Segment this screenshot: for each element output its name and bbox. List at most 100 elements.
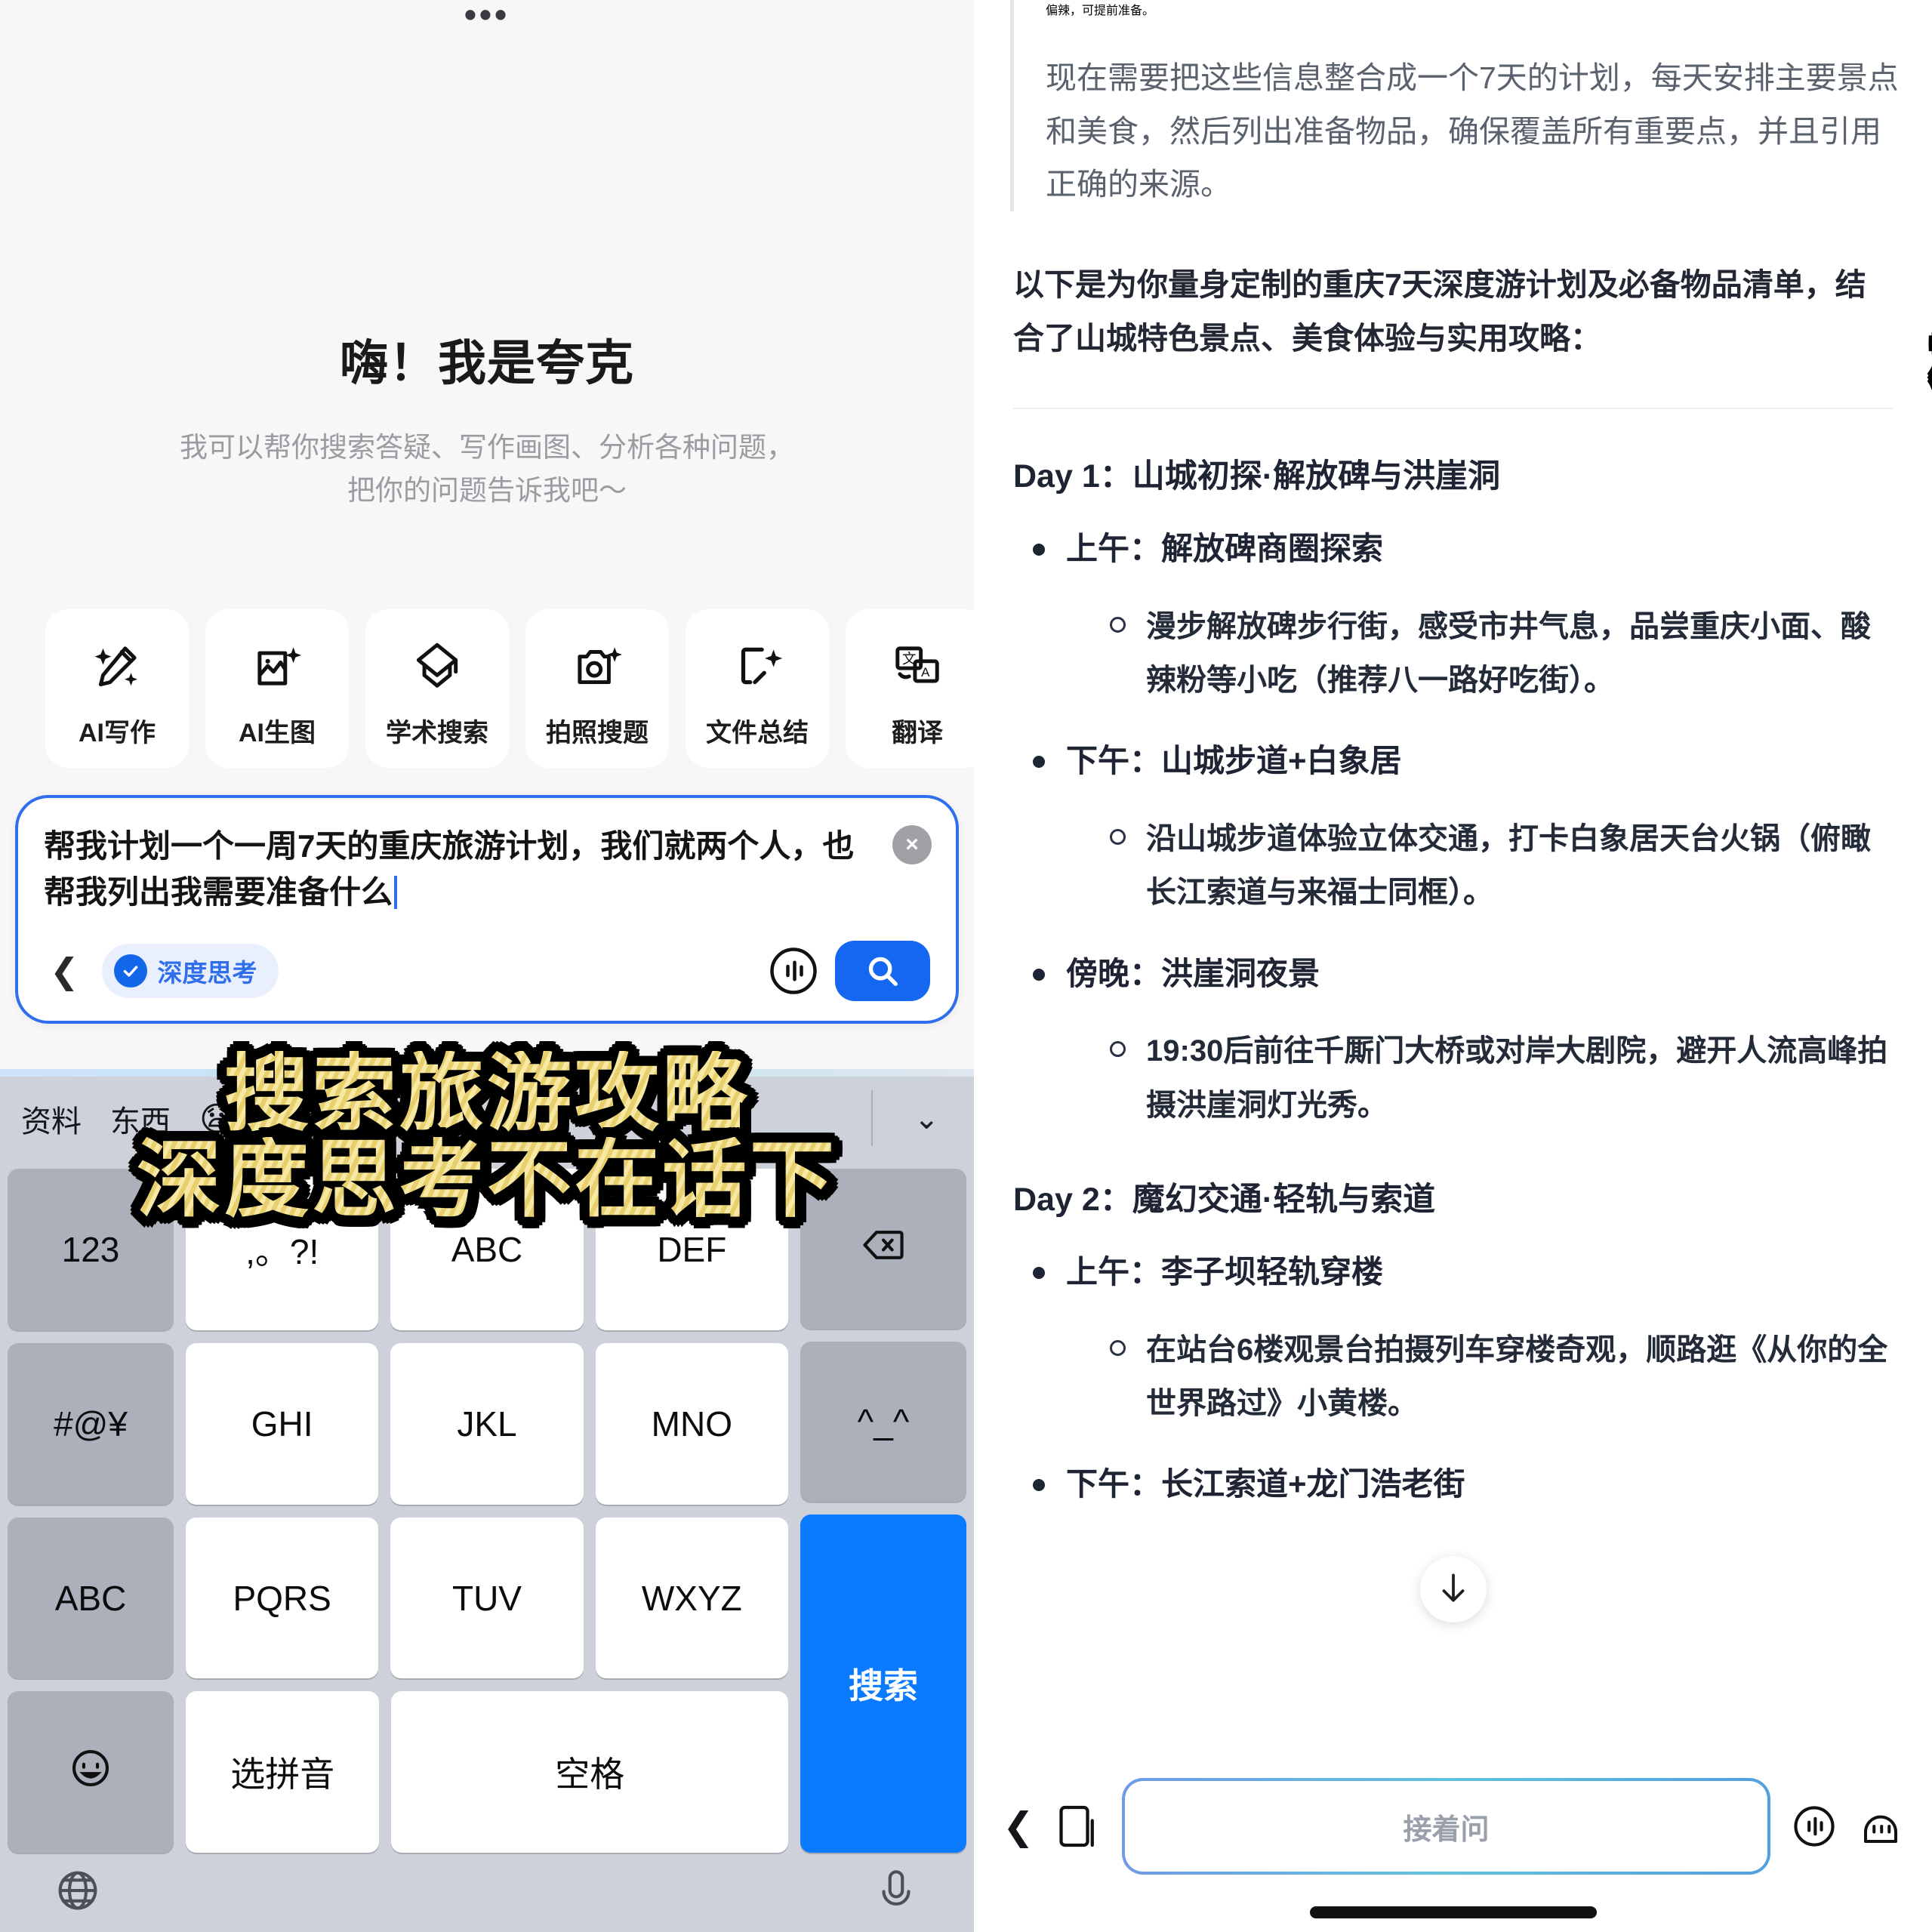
sub-list: 在站台6楼观景台拍摄列车穿楼奇观，顺路逛《从你的全世界路过》小黄楼。 (1110, 1323, 1896, 1431)
document-sparkle-icon (729, 638, 785, 694)
keyboard-row: 选拼音 空格 (186, 1691, 788, 1853)
list-item: 在站台6楼观景台拍摄列车穿楼奇观，顺路逛《从你的全世界路过》小黄楼。 (1110, 1323, 1896, 1431)
key-mno[interactable]: MNO (595, 1343, 788, 1505)
backspace-icon (860, 1222, 907, 1277)
sub-list: 漫步解放碑步行街，感受市井气息，品尝重庆小面、酸辣粉等小吃（推荐八一路好吃街）。 (1110, 600, 1896, 707)
key-wxyz[interactable]: WXYZ (595, 1517, 788, 1679)
item-title: 下午：山城步道+白象居 (1066, 743, 1402, 779)
window-stack-icon[interactable] (1055, 1801, 1101, 1851)
key-jkl[interactable]: JKL (390, 1343, 584, 1505)
sub-list: 沿山城步道体验立体交通，打卡白象居天台火锅（俯瞰长江索道与来福士同框）。 (1110, 812, 1896, 920)
scroll-to-bottom-button[interactable] (1419, 1556, 1487, 1622)
candidate-emoji[interactable]: 🤔 (263, 1099, 304, 1139)
thinking-quote-text: 现在需要把这些信息整合成一个7天的计划，每天安排主要景点和美食，然后列出准备物品… (1046, 60, 1899, 202)
greeting-subtitle-line1: 我可以帮你搜索答疑、写作画图、分析各种问题， (180, 432, 794, 463)
key-abc-mode[interactable]: ABC (8, 1517, 174, 1679)
greeting-subtitle-line2: 把你的问题告诉我吧～ (347, 475, 627, 507)
microphone-icon[interactable] (871, 1866, 921, 1919)
tile-ai-image[interactable]: AI生图 (205, 609, 349, 768)
follow-up-input[interactable]: 接着问 (1122, 1778, 1770, 1875)
search-input[interactable]: 帮我计划一个一周7天的重庆旅游计划，我们就两个人，也帮我列出我需要准备什么 (44, 824, 930, 916)
item-title: 傍晚：洪崖洞夜景 (1066, 955, 1320, 991)
clear-icon[interactable]: × (892, 824, 932, 864)
deep-think-toggle[interactable]: 深度思考 (101, 944, 279, 999)
candidate-item[interactable]: 礼物 (333, 1097, 393, 1141)
keyboard-right-column: ^_^ 搜索 (800, 1169, 966, 1853)
search-icon (868, 957, 898, 987)
divider (871, 1090, 873, 1147)
chevron-left-icon[interactable]: ❮ (44, 954, 85, 988)
keyboard-bottom-bar (8, 1853, 966, 1932)
item-detail: 19:30后前往千厮门大桥或对岸大剧院，避开人流高峰拍摄洪崖洞灯光秀。 (1146, 1034, 1888, 1122)
tile-photo-question[interactable]: 拍照搜题 (525, 609, 669, 768)
quick-action-tiles[interactable]: AI写作 AI生图 学术搜索 拍照搜题 文件总结 文 A 翻译 (0, 609, 974, 768)
page-title: 嗨！我是夸克 (340, 336, 634, 390)
candidate-item[interactable]: 的 (511, 1097, 541, 1141)
candidate-item[interactable]: 东西 (110, 1097, 171, 1141)
voice-wave-icon[interactable] (769, 946, 818, 996)
key-punct[interactable]: ,。?! (186, 1169, 379, 1331)
thinking-quote-block: 偏辣，可提前准备。 现在需要把这些信息整合成一个7天的计划，每天安排主要景点和美… (1010, 0, 1902, 211)
keyboard-icon[interactable] (1858, 1801, 1903, 1851)
tile-academic-search[interactable]: 学术搜索 (365, 609, 509, 768)
key-pqrs[interactable]: PQRS (186, 1517, 379, 1679)
home-indicator (1309, 1906, 1597, 1918)
key-123[interactable]: 123 (8, 1169, 174, 1331)
image-sparkle-icon (249, 638, 305, 694)
svg-text:A: A (921, 665, 930, 679)
list-item: 下午：山城步道+白象居 沿山城步道体验立体交通，打卡白象居天台火锅（俯瞰长江索道… (1033, 739, 1896, 920)
keyboard-body: 123 #@¥ ABC ,。?! ABC DEF GHI JKL MNO PQR… (8, 1161, 966, 1853)
list-item: 上午：李子坝轻轨穿楼 在站台6楼观景台拍摄列车穿楼奇观，顺路逛《从你的全世界路过… (1033, 1250, 1896, 1431)
candidate-item[interactable]: 资料 (21, 1097, 82, 1141)
key-abc[interactable]: ABC (390, 1169, 584, 1331)
item-detail: 在站台6楼观景台拍摄列车穿楼奇观，顺路逛《从你的全世界路过》小黄楼。 (1146, 1333, 1888, 1420)
search-submit-button[interactable] (835, 941, 930, 1002)
globe-icon[interactable] (53, 1866, 103, 1919)
key-def[interactable]: DEF (595, 1169, 788, 1331)
key-search-enter[interactable]: 搜索 (800, 1514, 966, 1853)
answer-scroll-area[interactable]: 偏辣，可提前准备。 现在需要把这些信息整合成一个7天的计划，每天安排主要景点和美… (974, 0, 1932, 1751)
key-ghi[interactable]: GHI (186, 1343, 379, 1505)
keyboard-left-column: 123 #@¥ ABC (8, 1169, 174, 1853)
item-title: 上午：解放碑商圈探索 (1066, 531, 1384, 567)
key-symbols[interactable]: #@¥ (8, 1343, 174, 1505)
tile-file-summary[interactable]: 文件总结 (686, 609, 829, 768)
tile-ai-writing[interactable]: AI写作 (45, 609, 189, 768)
tile-label: AI写作 (79, 718, 156, 747)
tile-label: 翻译 (892, 718, 943, 747)
key-backspace[interactable] (800, 1169, 966, 1329)
greeting-subtitle: 我可以帮你搜索答疑、写作画图、分析各种问题， 把你的问题告诉我吧～ (53, 426, 921, 513)
screen-root: ••• 嗨！我是夸克 我可以帮你搜索答疑、写作画图、分析各种问题， 把你的问题告… (0, 0, 1932, 1932)
follow-up-placeholder: 接着问 (1403, 1813, 1490, 1846)
key-emoji[interactable] (8, 1691, 174, 1853)
key-select-pinyin[interactable]: 选拼音 (186, 1691, 380, 1853)
item-detail: 沿山城步道体验立体交通，打卡白象居天台火锅（俯瞰长江索道与来福士同框）。 (1146, 822, 1871, 910)
sub-list: 19:30后前往千厮门大桥或对岸大剧院，避开人流高峰拍摄洪崖洞灯光秀。 (1110, 1025, 1896, 1132)
item-detail: 漫步解放碑步行街，感受市井气息，品尝重庆小面、酸辣粉等小吃（推荐八一路好吃街）。 (1146, 610, 1871, 698)
list-item: 上午：解放碑商圈探索 漫步解放碑步行街，感受市井气息，品尝重庆小面、酸辣粉等小吃… (1033, 527, 1896, 707)
chevron-down-icon[interactable]: ⌄ (914, 1102, 939, 1136)
key-space[interactable]: 空格 (391, 1691, 788, 1853)
right-panel-answer: 偏辣，可提前准备。 现在需要把这些信息整合成一个7天的计划，每天安排主要景点和美… (974, 0, 1932, 1932)
check-circle-icon (113, 954, 147, 988)
candidate-emoji[interactable]: 😧 (199, 1100, 234, 1139)
answer-intro: 以下是为你量身定制的重庆7天深度游计划及必备物品清单，结合了山城特色景点、美食体… (1013, 267, 1866, 356)
voice-wave-icon[interactable] (1792, 1801, 1837, 1851)
status-dots: ••• (464, 0, 510, 34)
arrow-down-icon (1434, 1569, 1472, 1610)
candidate-item[interactable]: 材料 (422, 1097, 482, 1141)
list-item: 傍晚：洪崖洞夜景 19:30后前往千厮门大桥或对岸大剧院，避开人流高峰拍摄洪崖洞… (1033, 952, 1896, 1132)
chevron-left-icon[interactable]: ❮ (1003, 1807, 1034, 1845)
divider (1013, 408, 1893, 410)
key-tuv[interactable]: TUV (390, 1517, 584, 1679)
emoji-icon (67, 1745, 114, 1800)
search-card[interactable]: 帮我计划一个一周7天的重庆旅游计划，我们就两个人，也帮我列出我需要准备什么 × … (15, 794, 959, 1025)
keyboard-gradient-strip (0, 1069, 974, 1077)
list-item: 漫步解放碑步行街，感受市井气息，品尝重庆小面、酸辣粉等小吃（推荐八一路好吃街）。 (1110, 600, 1896, 707)
item-title: 上午：李子坝轻轨穿楼 (1066, 1253, 1384, 1290)
list-item: 19:30后前往千厮门大桥或对岸大剧院，避开人流高峰拍摄洪崖洞灯光秀。 (1110, 1025, 1896, 1132)
graduation-cap-icon (409, 638, 465, 694)
tile-translate[interactable]: 文 A 翻译 (846, 609, 974, 768)
keyboard-row: GHI JKL MNO (186, 1343, 788, 1505)
key-kaomoji[interactable]: ^_^ (800, 1342, 966, 1502)
